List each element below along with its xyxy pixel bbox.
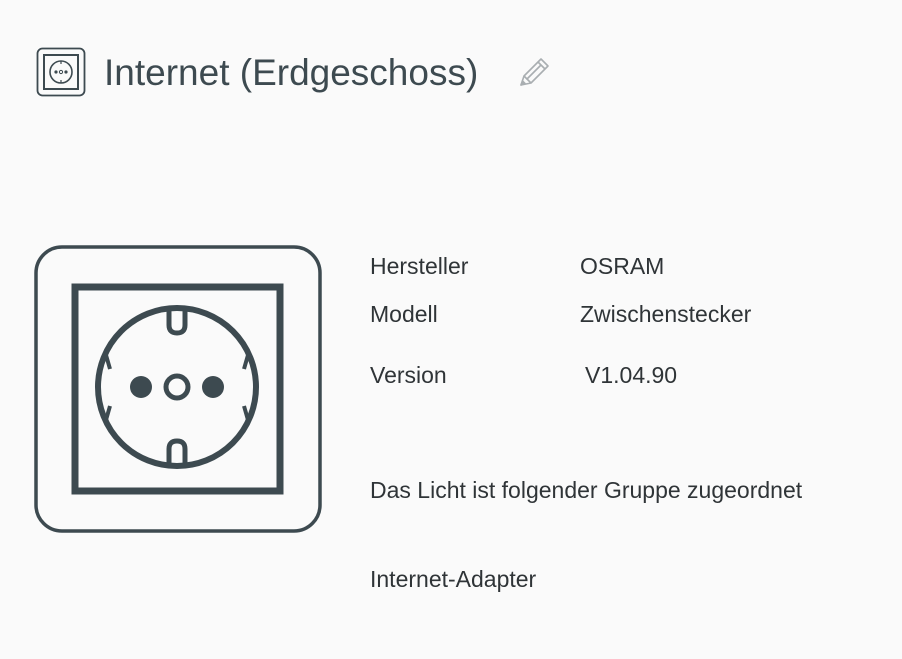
power-socket-icon — [34, 245, 322, 533]
manufacturer-label: Hersteller — [370, 253, 469, 279]
manufacturer-value: OSRAM — [580, 253, 665, 279]
group-heading: Das Licht ist folgender Gruppe zugeordne… — [370, 477, 803, 503]
model-value: Zwischenstecker — [580, 301, 752, 327]
page-title: Internet (Erdgeschoss) — [104, 52, 479, 93]
model-label: Modell — [370, 301, 438, 327]
power-socket-icon — [36, 47, 86, 97]
group-name-link[interactable]: Internet-Adapter — [370, 564, 536, 594]
pencil-icon[interactable] — [514, 55, 552, 91]
version-value: V1.04.90 — [585, 362, 678, 388]
version-label: Version — [370, 362, 447, 388]
device-detail-page: Internet (Erdgeschoss) Hersteller OSRAM … — [0, 0, 902, 659]
